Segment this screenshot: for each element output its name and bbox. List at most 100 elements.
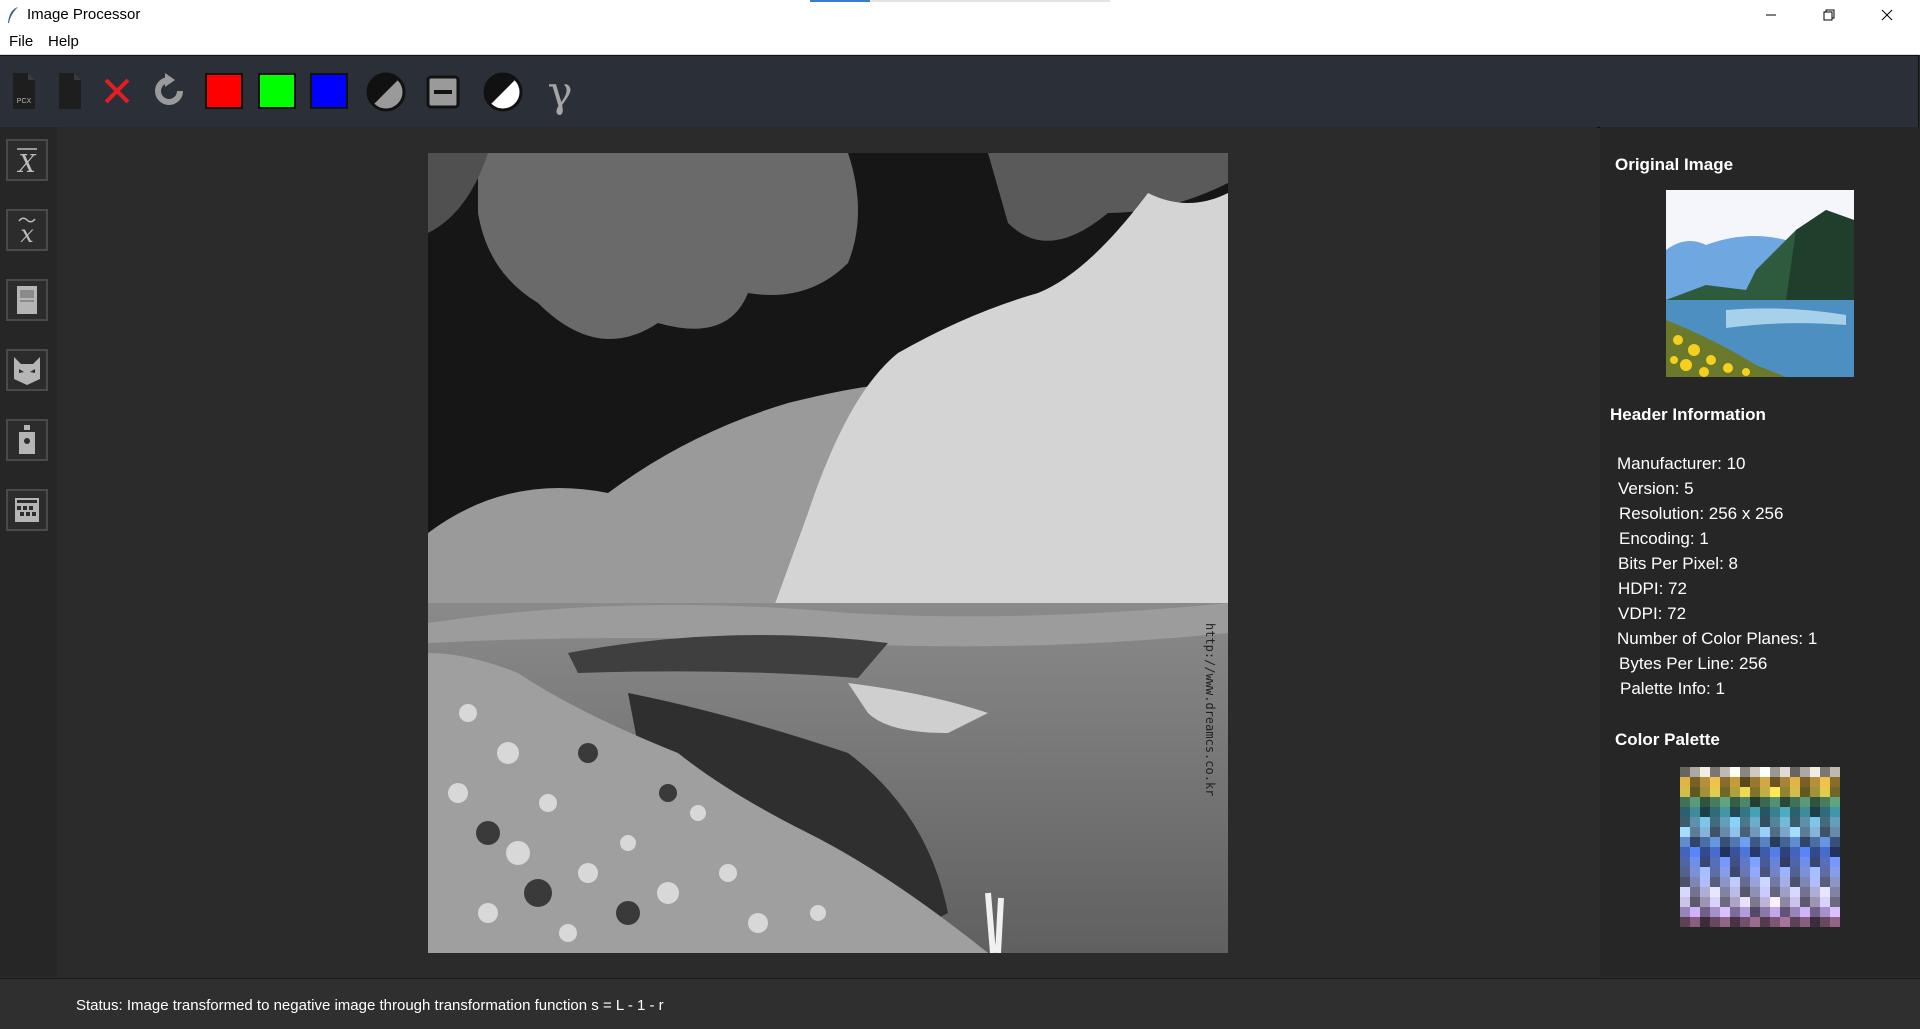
taskbar-accent xyxy=(810,0,870,2)
palette-swatch xyxy=(1740,837,1750,847)
title-bar: Image Processor xyxy=(0,0,1920,30)
mean-filter-button[interactable]: X xyxy=(6,139,48,181)
grayscale-button[interactable] xyxy=(365,71,407,113)
palette-swatch xyxy=(1750,867,1760,877)
palette-swatch xyxy=(1800,877,1810,887)
median-filter-button[interactable]: x xyxy=(6,209,48,251)
palette-swatch xyxy=(1760,847,1770,857)
minimize-button[interactable] xyxy=(1742,0,1800,30)
palette-swatch xyxy=(1760,787,1770,797)
palette-swatch xyxy=(1790,837,1800,847)
negative-landscape-image: http://www.dreamcs.co.kr xyxy=(428,153,1228,953)
noise-button[interactable] xyxy=(6,489,48,531)
palette-swatch xyxy=(1780,887,1790,897)
palette-swatch xyxy=(1720,807,1730,817)
save-file-button[interactable] xyxy=(56,71,84,111)
palette-swatch xyxy=(1800,777,1810,787)
portrait-icon xyxy=(17,286,37,314)
palette-swatch xyxy=(1790,867,1800,877)
palette-swatch xyxy=(1790,797,1800,807)
palette-swatch xyxy=(1750,767,1760,777)
open-pcx-button[interactable]: PCX xyxy=(10,71,38,111)
palette-swatch xyxy=(1830,877,1840,887)
palette-swatch xyxy=(1790,817,1800,827)
palette-swatch xyxy=(1820,837,1830,847)
restore-button[interactable] xyxy=(1800,0,1858,30)
palette-swatch xyxy=(1720,887,1730,897)
palette-swatch xyxy=(1770,857,1780,867)
window-title: Image Processor xyxy=(27,6,141,23)
palette-swatch xyxy=(1680,797,1690,807)
palette-swatch xyxy=(1760,897,1770,907)
pcx-label: PCX xyxy=(17,98,32,105)
palette-swatch xyxy=(1680,857,1690,867)
close-image-button[interactable] xyxy=(99,73,135,109)
salt-pepper-button[interactable] xyxy=(6,419,48,461)
palette-swatch xyxy=(1680,807,1690,817)
palette-swatch xyxy=(1760,777,1770,787)
red-channel-button[interactable] xyxy=(205,73,243,109)
palette-swatch xyxy=(1680,867,1690,877)
close-window-button[interactable] xyxy=(1858,0,1916,30)
blue-channel-button[interactable] xyxy=(310,73,348,109)
threshold-button[interactable] xyxy=(424,73,462,111)
palette-swatch xyxy=(1790,807,1800,817)
histogram-button[interactable] xyxy=(6,279,48,321)
palette-swatch xyxy=(1700,817,1710,827)
header-color-planes: Number of Color Planes: 1 xyxy=(1617,629,1818,648)
palette-swatch xyxy=(1750,787,1760,797)
header-hdpi: HDPI: 72 xyxy=(1618,579,1687,598)
palette-swatch xyxy=(1690,867,1700,877)
palette-swatch xyxy=(1790,887,1800,897)
palette-swatch xyxy=(1800,817,1810,827)
palette-swatch xyxy=(1830,917,1840,927)
palette-swatch xyxy=(1800,897,1810,907)
green-channel-button[interactable] xyxy=(258,73,296,109)
palette-swatch xyxy=(1810,777,1820,787)
palette-swatch xyxy=(1720,767,1730,777)
palette-swatch xyxy=(1770,917,1780,927)
pcx-file-icon: PCX xyxy=(13,73,35,109)
header-bytes-per-line: Bytes Per Line: 256 xyxy=(1619,654,1768,673)
menu-help[interactable]: Help xyxy=(48,33,79,50)
palette-swatch xyxy=(1700,907,1710,917)
palette-swatch xyxy=(1790,897,1800,907)
palette-swatch xyxy=(1710,797,1720,807)
reset-button[interactable] xyxy=(148,71,190,111)
palette-swatch xyxy=(1810,897,1820,907)
palette-swatch xyxy=(1780,877,1790,887)
palette-swatch xyxy=(1830,837,1840,847)
cat-icon xyxy=(14,357,40,385)
palette-swatch xyxy=(1790,917,1800,927)
palette-swatch xyxy=(1710,777,1720,787)
header-information-title: Header Information xyxy=(1610,405,1766,424)
minus-box-icon xyxy=(426,75,460,109)
palette-swatch xyxy=(1750,777,1760,787)
palette-swatch xyxy=(1800,857,1810,867)
palette-swatch xyxy=(1780,827,1790,837)
palette-swatch xyxy=(1760,887,1770,897)
menu-bar: File Help xyxy=(0,30,1920,55)
palette-swatch xyxy=(1700,777,1710,787)
edge-detect-button[interactable] xyxy=(6,349,48,391)
palette-swatch xyxy=(1760,907,1770,917)
palette-swatch xyxy=(1800,807,1810,817)
palette-swatch xyxy=(1700,797,1710,807)
negative-button[interactable] xyxy=(482,71,524,113)
palette-swatch xyxy=(1720,857,1730,867)
palette-swatch xyxy=(1820,857,1830,867)
green-square xyxy=(260,75,294,107)
menu-file[interactable]: File xyxy=(9,33,33,50)
palette-swatch xyxy=(1810,787,1820,797)
processed-image[interactable]: http://www.dreamcs.co.kr xyxy=(428,153,1228,953)
palette-swatch xyxy=(1830,897,1840,907)
palette-swatch xyxy=(1780,907,1790,917)
palette-swatch xyxy=(1700,837,1710,847)
feather-icon xyxy=(8,7,18,23)
palette-swatch xyxy=(1800,787,1810,797)
palette-swatch xyxy=(1740,807,1750,817)
palette-swatch xyxy=(1710,887,1720,897)
palette-swatch xyxy=(1730,797,1740,807)
gamma-button[interactable]: γ xyxy=(540,71,580,113)
palette-swatch xyxy=(1710,827,1720,837)
